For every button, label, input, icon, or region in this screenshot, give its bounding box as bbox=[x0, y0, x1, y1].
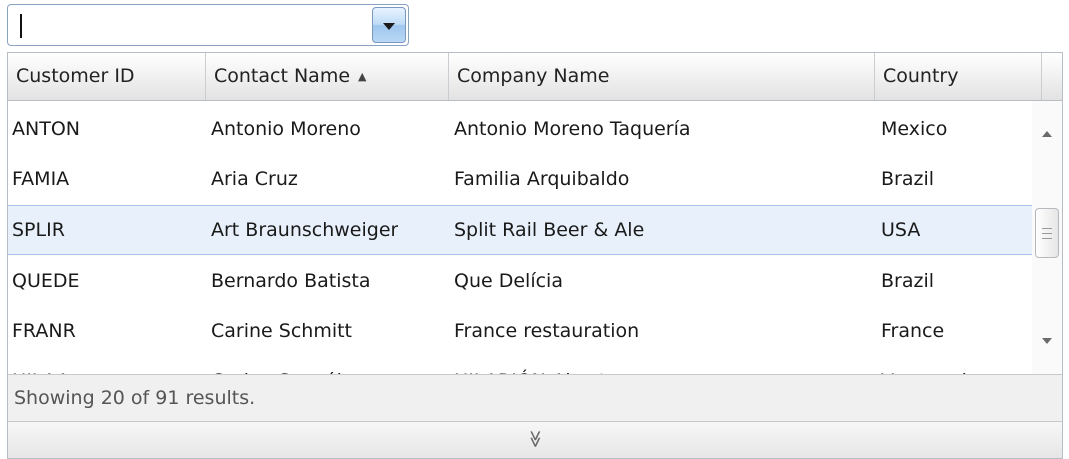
table-row[interactable]: FAMIA Aria Cruz Familia Arquibaldo Brazi… bbox=[8, 154, 1032, 204]
cell-customer-id: FRANR bbox=[12, 320, 76, 342]
table-row[interactable]: ANTON Antonio Moreno Antonio Moreno Taqu… bbox=[8, 104, 1032, 154]
column-header-label: Customer ID bbox=[16, 65, 135, 87]
results-status-bar: Showing 20 of 91 results. bbox=[8, 374, 1062, 422]
cell-contact-name: Carine Schmitt bbox=[211, 320, 353, 342]
text-caret bbox=[20, 14, 22, 38]
combo-input[interactable] bbox=[8, 5, 368, 45]
scroll-up-arrow-icon[interactable] bbox=[1042, 131, 1052, 137]
cell-country: Brazil bbox=[881, 270, 935, 292]
table-row[interactable]: HILAA Carlos González HILARIÓN-Abastos V… bbox=[8, 356, 1032, 374]
cell-country: Brazil bbox=[881, 168, 935, 190]
column-header-company-name[interactable]: Company Name bbox=[449, 53, 875, 100]
customer-combobox[interactable] bbox=[7, 4, 409, 46]
column-header-country[interactable]: Country bbox=[875, 53, 1042, 100]
cell-country: Mexico bbox=[881, 118, 948, 140]
cell-company-name: Antonio Moreno Taquería bbox=[454, 118, 691, 140]
vertical-scrollbar[interactable] bbox=[1032, 101, 1062, 374]
table-row[interactable]: QUEDE Bernardo Batista Que Delícia Brazi… bbox=[8, 256, 1032, 306]
cell-company-name: Familia Arquibaldo bbox=[454, 168, 630, 190]
cell-customer-id: SPLIR bbox=[12, 219, 65, 241]
grip-line bbox=[1042, 233, 1052, 234]
expand-results-button[interactable]: ≫ bbox=[8, 422, 1062, 458]
cell-contact-name: Art Braunschweiger bbox=[211, 219, 399, 241]
column-header-contact-name[interactable]: Contact Name ▲ bbox=[206, 53, 449, 100]
expand-down-icon: ≫ bbox=[524, 430, 545, 448]
results-status-text: Showing 20 of 91 results. bbox=[14, 387, 256, 409]
grid-header: Customer ID Contact Name ▲ Company Name C… bbox=[8, 53, 1062, 101]
column-header-label: Country bbox=[883, 65, 959, 87]
cell-company-name: France restauration bbox=[454, 320, 640, 342]
cell-company-name: Que Delícia bbox=[454, 270, 563, 292]
cell-country: France bbox=[881, 320, 945, 342]
cell-country: USA bbox=[881, 219, 921, 241]
cell-contact-name: Antonio Moreno bbox=[211, 118, 361, 140]
cell-contact-name: Bernardo Batista bbox=[211, 270, 371, 292]
cell-customer-id: ANTON bbox=[12, 118, 80, 140]
cell-contact-name: Carlos González bbox=[211, 356, 364, 374]
cell-country: Venezuela bbox=[881, 356, 979, 374]
scrollbar-thumb[interactable] bbox=[1035, 208, 1059, 258]
cell-customer-id: QUEDE bbox=[12, 270, 80, 292]
combo-dropdown-button[interactable] bbox=[372, 7, 406, 43]
column-header-label: Company Name bbox=[457, 65, 610, 87]
sort-ascending-icon: ▲ bbox=[358, 70, 367, 83]
table-row[interactable]: FRANR Carine Schmitt France restauration… bbox=[8, 306, 1032, 356]
column-header-label: Contact Name bbox=[214, 65, 351, 87]
chevron-down-icon bbox=[383, 22, 395, 30]
scroll-down-arrow-icon[interactable] bbox=[1042, 338, 1052, 344]
grid-body: ANTON Antonio Moreno Antonio Moreno Taqu… bbox=[8, 101, 1062, 374]
grip-line bbox=[1042, 238, 1052, 239]
cell-company-name: HILARIÓN-Abastos bbox=[454, 356, 628, 374]
cell-company-name: Split Rail Beer & Ale bbox=[454, 219, 645, 241]
column-header-customer-id[interactable]: Customer ID bbox=[8, 53, 206, 100]
cell-contact-name: Aria Cruz bbox=[211, 168, 298, 190]
cell-customer-id: HILAA bbox=[12, 356, 69, 374]
cell-customer-id: FAMIA bbox=[12, 168, 70, 190]
results-grid: Customer ID Contact Name ▲ Company Name C… bbox=[7, 52, 1063, 459]
grip-line bbox=[1042, 228, 1052, 229]
table-row-selected[interactable]: SPLIR Art Braunschweiger Split Rail Beer… bbox=[8, 205, 1032, 255]
